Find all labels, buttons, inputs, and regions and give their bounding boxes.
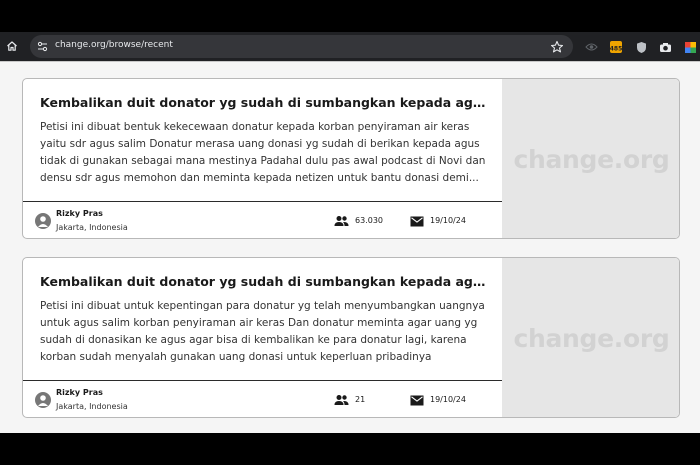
url-text[interactable]: change.org/browse/recent xyxy=(55,40,173,50)
color-puzzle-icon xyxy=(684,41,696,53)
petition-footer: Rizky Pras Jakarta, Indonesia 21 19/10/2… xyxy=(23,380,502,417)
petition-card[interactable]: Kembalikan duit donator yg sudah di sumb… xyxy=(22,257,680,418)
extension-camera-button[interactable] xyxy=(658,40,672,54)
person-icon xyxy=(38,216,48,227)
extension-puzzle-button[interactable] xyxy=(683,40,697,54)
author-location: Jakarta, Indonesia xyxy=(56,223,128,232)
description-line: korban sudah menyalah gunakan uang donas… xyxy=(40,351,432,363)
page-content: Kembalikan duit donator yg sudah di sumb… xyxy=(0,61,700,433)
petition-image[interactable]: change.org xyxy=(502,79,679,238)
change-org-watermark: change.org xyxy=(513,324,670,353)
petition-title[interactable]: Kembalikan duit donator yg sudah di sumb… xyxy=(40,274,490,289)
author-avatar xyxy=(35,213,51,229)
browser-toolbar: change.org/browse/recent 485 xyxy=(0,32,700,61)
description-line: yaitu sdr agus salim Donatur merasa uang… xyxy=(40,138,480,150)
shield-icon xyxy=(636,41,646,53)
site-info-button[interactable] xyxy=(35,39,50,54)
description-line: sudah di donasikan ke agus agar bisa di … xyxy=(40,334,467,346)
extension-badge-count: 485 xyxy=(610,46,623,53)
bookmark-button[interactable] xyxy=(550,39,564,53)
people-icon xyxy=(334,395,349,405)
author-name: Rizky Pras xyxy=(56,388,103,397)
description-line: untuk agus salim korban penyiraman air k… xyxy=(40,317,478,329)
author-location: Jakarta, Indonesia xyxy=(56,402,128,411)
petition-body[interactable]: Kembalikan duit donator yg sudah di sumb… xyxy=(23,258,502,380)
extension-eye-button[interactable] xyxy=(584,40,598,54)
petition-title[interactable]: Kembalikan duit donator yg sudah di sumb… xyxy=(40,95,490,110)
screen-top-bar xyxy=(0,0,700,32)
people-icon xyxy=(334,216,349,226)
star-icon xyxy=(550,40,564,53)
supporter-count: 21 xyxy=(355,395,366,404)
description-line: tidak di gunakan sebagai mana mestinya P… xyxy=(40,155,486,167)
home-icon xyxy=(7,41,17,51)
petition-date: 19/10/24 xyxy=(430,395,466,404)
petition-date: 19/10/24 xyxy=(430,216,466,225)
petition-description: Petisi ini dibuat untuk kepentingan para… xyxy=(40,298,490,366)
description-line: Petisi ini dibuat untuk kepentingan para… xyxy=(40,300,485,312)
mail-icon xyxy=(410,216,424,227)
author-name: Rizky Pras xyxy=(56,209,103,218)
petition-description: Petisi ini dibuat bentuk kekecewaan dona… xyxy=(40,119,490,187)
petition-body[interactable]: Kembalikan duit donator yg sudah di sumb… xyxy=(23,79,502,201)
petition-footer: Rizky Pras Jakarta, Indonesia 63.030 19/… xyxy=(23,201,502,238)
eye-off-icon xyxy=(584,43,598,51)
extension-shield-button[interactable] xyxy=(634,40,648,54)
camera-icon xyxy=(659,42,671,52)
change-org-watermark: change.org xyxy=(513,145,670,174)
mail-icon xyxy=(410,395,424,406)
address-bar[interactable]: change.org/browse/recent xyxy=(30,35,573,58)
extension-badge-button[interactable]: 485 xyxy=(609,40,623,54)
tune-icon xyxy=(37,41,48,52)
description-line: densu sdr agus memohon dan meminta kepad… xyxy=(40,172,479,184)
petition-card[interactable]: Kembalikan duit donator yg sudah di sumb… xyxy=(22,78,680,239)
supporter-count: 63.030 xyxy=(355,216,383,225)
author-avatar xyxy=(35,392,51,408)
extension-logo-icon: 485 xyxy=(610,41,623,53)
home-button[interactable] xyxy=(4,38,20,54)
description-line: Petisi ini dibuat bentuk kekecewaan dona… xyxy=(40,121,470,133)
screen-bottom-bar xyxy=(0,433,700,465)
petition-image[interactable]: change.org xyxy=(502,258,679,417)
person-icon xyxy=(38,395,48,406)
